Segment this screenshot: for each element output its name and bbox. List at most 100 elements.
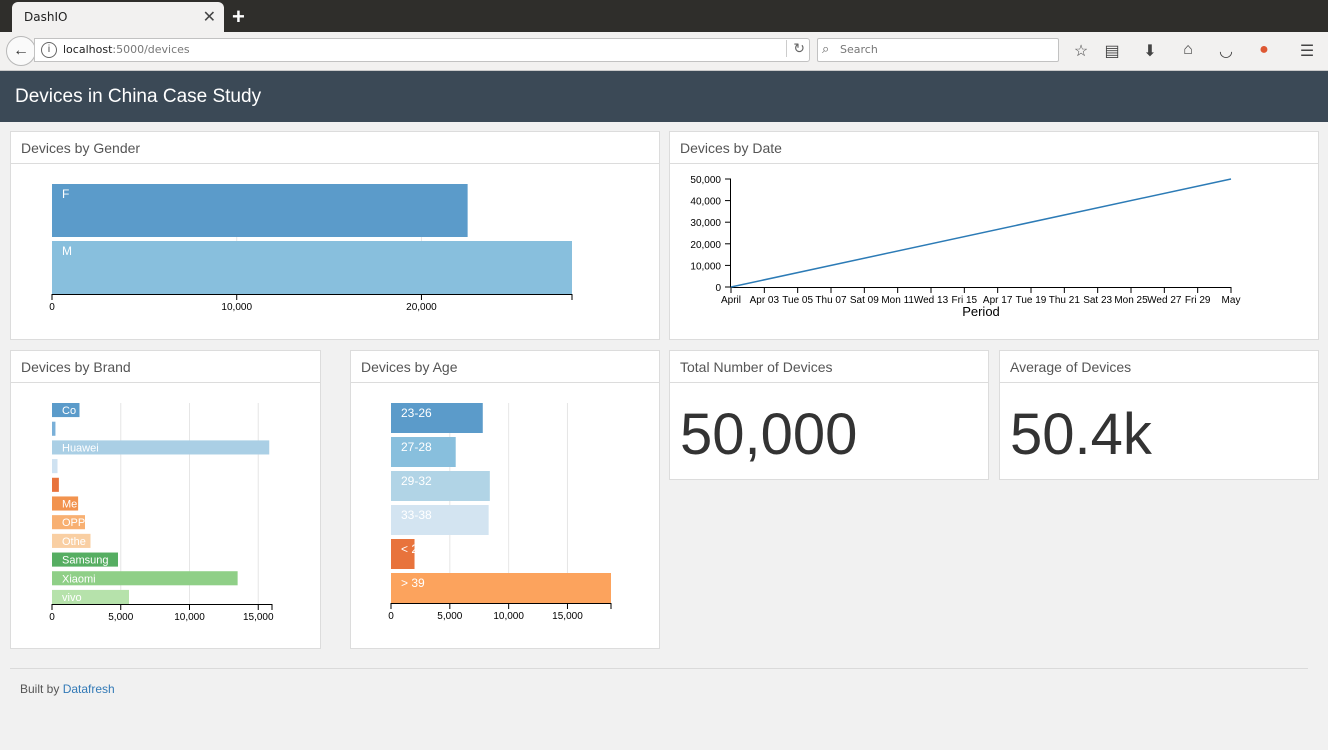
panel-title: Total Number of Devices bbox=[670, 351, 988, 383]
footer: Built by Datafresh bbox=[20, 682, 115, 696]
url-text: localhost:5000/devices bbox=[63, 43, 190, 56]
x-axis-title: Period bbox=[962, 304, 1000, 319]
panel-title: Devices by Age bbox=[351, 351, 659, 383]
x-tick-label: Apr 03 bbox=[750, 295, 780, 306]
x-tick-label: 0 bbox=[388, 611, 394, 622]
x-tick-label: Mon 11 bbox=[881, 295, 914, 306]
total-devices-panel: Total Number of Devices 50,000 bbox=[669, 350, 989, 480]
x-tick-label: Tue 05 bbox=[782, 295, 813, 306]
search-bar[interactable]: ⌕ Search bbox=[817, 38, 1059, 62]
y-tick-label: 0 bbox=[715, 283, 721, 294]
bar-label: > 39 bbox=[401, 576, 425, 590]
bar-label: vivo bbox=[62, 592, 82, 604]
bar bbox=[52, 421, 56, 436]
x-tick-label: April bbox=[721, 295, 741, 306]
duckduckgo-icon[interactable]: ● bbox=[1255, 41, 1273, 59]
panel-title: Devices by Gender bbox=[11, 132, 659, 164]
x-tick-label: Fri 29 bbox=[1185, 295, 1211, 306]
x-tick-label: Thu 07 bbox=[815, 295, 847, 306]
bar-label: Xiaomi bbox=[62, 573, 96, 585]
bar-label: Samsung bbox=[62, 555, 108, 567]
pocket-icon[interactable]: ◡ bbox=[1217, 41, 1235, 61]
browser-tab[interactable]: DashIO ✕ bbox=[12, 2, 224, 32]
average-devices-panel: Average of Devices 50.4k bbox=[999, 350, 1319, 480]
bookmark-star-icon[interactable]: ☆ bbox=[1072, 41, 1090, 61]
bar-label: 27-28 bbox=[401, 440, 432, 454]
series-line bbox=[730, 178, 1232, 288]
total-devices-value: 50,000 bbox=[680, 402, 858, 467]
bar-label: Othe bbox=[62, 536, 86, 548]
age-panel: Devices by Age 23-26 27-28 29-32 33-38 < 2 > … bbox=[350, 350, 660, 649]
panel-title: Devices by Date bbox=[670, 132, 1318, 164]
url-host: localhost bbox=[63, 43, 113, 56]
x-tick-label: 5,000 bbox=[437, 611, 462, 622]
y-tick-label: 10,000 bbox=[690, 261, 721, 272]
back-button[interactable]: ← bbox=[6, 36, 36, 66]
average-devices-value: 50.4k bbox=[1010, 402, 1152, 467]
age-chart: 23-26 27-28 29-32 33-38 < 2 > 39 0 5,000 10,000 1… bbox=[388, 403, 612, 622]
bar bbox=[52, 459, 58, 474]
x-tick-label: Mon 25 bbox=[1114, 295, 1148, 306]
info-icon[interactable]: i bbox=[41, 42, 57, 58]
new-tab-icon[interactable]: + bbox=[232, 4, 245, 30]
y-tick-label: 30,000 bbox=[690, 218, 721, 229]
browser-tab-bar: DashIO ✕ + bbox=[0, 0, 1328, 32]
gender-panel: Devices by Gender F M 0 10,000 20,000 bbox=[10, 131, 660, 340]
x-tick-label: 0 bbox=[49, 302, 55, 313]
search-placeholder: Search bbox=[840, 43, 878, 56]
x-tick-label: Wed 27 bbox=[1147, 295, 1182, 306]
bar-label: F bbox=[62, 187, 69, 201]
close-tab-icon[interactable]: ✕ bbox=[203, 7, 216, 27]
footer-divider bbox=[10, 668, 1308, 669]
brand-panel: Devices by Brand Co Huawei Me OPP Othe Samsun… bbox=[10, 350, 321, 649]
x-tick-label: Sat 09 bbox=[850, 295, 879, 306]
y-tick-label: 50,000 bbox=[690, 175, 721, 186]
bar-label: 33-38 bbox=[401, 508, 432, 522]
home-icon[interactable]: ⌂ bbox=[1179, 41, 1197, 59]
datafresh-link[interactable]: Datafresh bbox=[63, 682, 115, 696]
bar-label: 23-26 bbox=[401, 406, 432, 420]
x-tick-label: Wed 13 bbox=[914, 295, 949, 306]
bar-label: OPP bbox=[62, 517, 85, 529]
x-tick-label: 0 bbox=[49, 612, 55, 623]
bar-label: 29-32 bbox=[401, 474, 432, 488]
date-panel: Devices by Date 0 10,000 20,000 30,000 40,00… bbox=[669, 131, 1319, 340]
date-chart: 0 10,000 20,000 30,000 40,000 50,000 April Apr … bbox=[690, 175, 1241, 319]
bar-label: M bbox=[62, 244, 72, 258]
search-icon: ⌕ bbox=[822, 41, 830, 56]
browser-toolbar: ← i localhost:5000/devices ↻ ⌕ Search ☆ … bbox=[0, 32, 1328, 71]
x-tick-label: Tue 19 bbox=[1016, 295, 1047, 306]
url-path: :5000/devices bbox=[112, 43, 190, 56]
page-title: Devices in China Case Study bbox=[15, 86, 262, 107]
brand-chart: Co Huawei Me OPP Othe Samsung Xiaomi vivo 0 5,000… bbox=[49, 403, 274, 623]
gender-chart: F M 0 10,000 20,000 bbox=[49, 184, 573, 313]
y-tick-label: 20,000 bbox=[690, 240, 721, 251]
x-tick-label: 15,000 bbox=[552, 611, 583, 622]
menu-icon[interactable]: ☰ bbox=[1298, 41, 1316, 61]
bar-label: Co bbox=[62, 405, 76, 417]
x-tick-label: 10,000 bbox=[174, 612, 205, 623]
panel-title: Average of Devices bbox=[1000, 351, 1318, 383]
app-header: Devices in China Case Study bbox=[0, 71, 1328, 122]
footer-prefix: Built by bbox=[20, 682, 60, 696]
bar bbox=[52, 184, 468, 237]
bar bbox=[52, 241, 572, 294]
y-tick-label: 40,000 bbox=[690, 197, 721, 208]
x-tick-label: Thu 21 bbox=[1049, 295, 1081, 306]
x-tick-label: 5,000 bbox=[108, 612, 133, 623]
x-tick-label: 10,000 bbox=[493, 611, 524, 622]
x-tick-label: 10,000 bbox=[221, 302, 252, 313]
download-icon[interactable]: ⬇ bbox=[1141, 41, 1159, 61]
reading-list-icon[interactable]: ▤ bbox=[1103, 41, 1121, 61]
panel-title: Devices by Brand bbox=[11, 351, 320, 383]
bar-label: Huawei bbox=[62, 442, 99, 454]
x-tick-label: 15,000 bbox=[243, 612, 274, 623]
url-bar[interactable]: i localhost:5000/devices ↻ bbox=[34, 38, 810, 62]
bar-label: < 2 bbox=[401, 542, 418, 556]
reload-icon[interactable]: ↻ bbox=[786, 40, 805, 57]
x-tick-label: Sat 23 bbox=[1083, 295, 1112, 306]
x-tick-label: May bbox=[1222, 295, 1241, 306]
x-tick-label: 20,000 bbox=[406, 302, 437, 313]
tab-title: DashIO bbox=[24, 10, 68, 24]
bar bbox=[52, 477, 59, 492]
